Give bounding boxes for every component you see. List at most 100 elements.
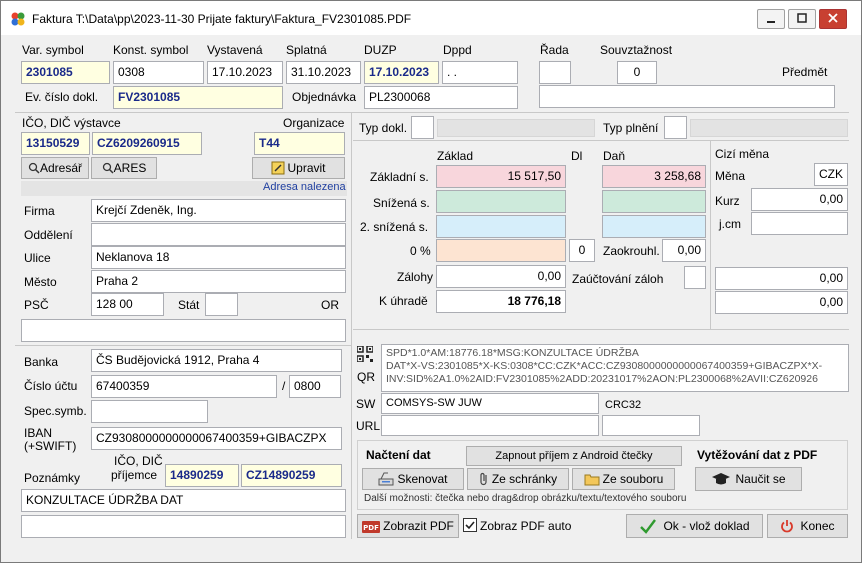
graduation-cap-icon — [711, 471, 731, 487]
banka-field[interactable]: ČS Budějovická 1912, Praha 4 — [91, 349, 342, 372]
typ-plneni-field[interactable] — [664, 116, 687, 139]
typ-dokl-label: Typ dokl. — [359, 121, 408, 135]
var-symbol-label: Var. symbol — [22, 43, 84, 57]
nula-zaklad-field[interactable] — [436, 239, 566, 262]
ico-prijemce-field[interactable]: 14890259 — [165, 464, 239, 487]
zobraz-auto-checkbox[interactable] — [463, 518, 477, 532]
or-field[interactable] — [21, 319, 346, 342]
organizace-field[interactable]: T44 — [254, 132, 345, 155]
jcm-field[interactable] — [751, 212, 848, 235]
var-symbol-field[interactable]: 2301085 — [21, 61, 110, 84]
ico-field[interactable]: 13150529 — [21, 132, 90, 155]
ulice-field[interactable]: Neklanova 18 — [91, 246, 346, 269]
dppd-field[interactable]: . . — [442, 61, 518, 84]
url-label: URL — [356, 419, 381, 433]
ulice-label: Ulice — [24, 251, 51, 265]
dic-prijemce-field[interactable]: CZ14890259 — [241, 464, 342, 487]
snizena-dan-field[interactable] — [602, 190, 706, 213]
typ-dokl-field[interactable] — [411, 116, 434, 139]
scanner-icon — [378, 472, 394, 486]
ico-dic-label: IČO, DIČ výstavce — [22, 116, 121, 130]
iban-field[interactable]: CZ9308000000000067400359+GIBACZPX — [91, 427, 342, 450]
zalohy-field[interactable]: 0,00 — [436, 265, 566, 288]
banka-label: Banka — [24, 355, 59, 369]
poznamky-field-2[interactable] — [21, 515, 346, 538]
k-uhrade-field[interactable]: 18 776,18 — [436, 290, 566, 313]
ze-schranky-button[interactable]: Ze schránky — [467, 468, 569, 490]
ev-cislo-field[interactable]: FV2301085 — [113, 86, 283, 109]
kod-banky-field[interactable]: 0800 — [289, 375, 341, 398]
oddeleni-field[interactable] — [91, 223, 346, 246]
qr-text-area[interactable]: SPD*1.0*AM:18776.18*MSG:KONZULTACE ÚDRŽB… — [381, 344, 849, 392]
zakladni-zaklad-field[interactable]: 15 517,50 — [436, 165, 566, 188]
url-field[interactable] — [381, 415, 599, 436]
objednavka-label: Objednávka — [292, 90, 357, 104]
qr-separator — [353, 329, 849, 330]
cislo-uctu-field[interactable]: 67400359 — [91, 375, 277, 398]
zaokrouhl-label: Zaokrouhl. — [603, 244, 660, 258]
objednavka-field[interactable]: PL2300068 — [364, 86, 518, 109]
search-icon — [102, 162, 114, 174]
rada-field[interactable] — [539, 61, 571, 84]
konst-symbol-field[interactable]: 0308 — [113, 61, 204, 84]
spec-symb-field[interactable] — [91, 400, 208, 423]
predmet-label: Předmět — [782, 65, 828, 79]
maximize-button[interactable] — [788, 9, 816, 29]
ok-vloz-doklad-button[interactable]: Ok - vlož doklad — [626, 514, 763, 538]
upravit-button[interactable]: Upravit — [252, 157, 345, 179]
zalohy-label: Zálohy — [397, 270, 434, 284]
zaokrouhl-field[interactable]: 0,00 — [662, 239, 706, 262]
close-button[interactable] — [819, 9, 847, 29]
konec-button[interactable]: Konec — [767, 514, 848, 538]
column-separator — [351, 113, 352, 539]
zalohy-cm-field[interactable]: 0,00 — [715, 267, 848, 290]
firma-field[interactable]: Krejčí Zdeněk, Ing. — [91, 199, 346, 222]
psc-label: PSČ — [24, 298, 49, 312]
snizena-zaklad-field[interactable] — [436, 190, 566, 213]
upravit-label: Upravit — [287, 161, 326, 175]
rada-label: Řada — [540, 43, 569, 57]
poznamky-field[interactable]: KONZULTACE ÚDRŽBA DAT — [21, 489, 346, 512]
duzp-field[interactable]: 17.10.2023 — [364, 61, 439, 84]
adresar-button[interactable]: Adresář — [21, 157, 89, 179]
nula-dl-field[interactable]: 0 — [569, 239, 595, 262]
qr-line-1: SPD*1.0*AM:18776.18*MSG:KONZULTACE ÚDRŽB… — [386, 347, 639, 359]
crc-label: CRC32 — [605, 399, 642, 411]
edit-address-icon — [271, 161, 285, 175]
kurz-field[interactable]: 0,00 — [751, 188, 848, 211]
ze-souboru-label: Ze souboru — [602, 472, 664, 486]
stat-field[interactable] — [205, 293, 238, 316]
mena-field[interactable]: CZK — [814, 163, 848, 186]
predmet-field[interactable] — [539, 85, 835, 108]
duzp-label: DUZP — [364, 43, 397, 57]
zobrazit-pdf-label: Zobrazit PDF — [383, 519, 454, 533]
zauctovani-field[interactable] — [684, 266, 706, 289]
poznamky-label: Poznámky — [24, 471, 81, 485]
snizena2-zaklad-field[interactable] — [436, 215, 566, 238]
dic-field[interactable]: CZ6209260915 — [92, 132, 202, 155]
minimize-button[interactable] — [757, 9, 785, 29]
zobrazit-pdf-button[interactable]: PDF Zobrazit PDF — [357, 514, 459, 538]
url-field-2[interactable] — [602, 415, 700, 436]
k-uhrade-cm-field[interactable]: 0,00 — [715, 291, 848, 314]
zakladni-dan-field[interactable]: 3 258,68 — [602, 165, 706, 188]
psc-field[interactable]: 128 00 — [91, 293, 164, 316]
snizena-label: Snížená s. — [373, 196, 430, 210]
firma-label: Firma — [24, 204, 55, 218]
dan-header: Daň — [603, 149, 626, 163]
souvztaznost-field[interactable]: 0 — [617, 61, 657, 84]
typ-plneni-description — [690, 119, 848, 137]
skenovat-button[interactable]: Skenovat — [362, 468, 464, 490]
snizena2-dan-field[interactable] — [602, 215, 706, 238]
vytezovani-label: Vytěžování dat z PDF — [697, 448, 818, 462]
naucit-se-button[interactable]: Naučit se — [695, 467, 802, 491]
pdf-icon: PDF — [362, 521, 381, 533]
vystavena-field[interactable]: 17.10.2023 — [207, 61, 283, 84]
android-receive-button[interactable]: Zapnout příjem z Android čtečky — [466, 446, 682, 466]
ares-button[interactable]: ARES — [91, 157, 157, 179]
maximize-icon — [797, 13, 807, 23]
ze-souboru-button[interactable]: Ze souboru — [572, 468, 675, 490]
mesto-field[interactable]: Praha 2 — [91, 270, 346, 293]
sw-field[interactable]: COMSYS-SW JUW — [381, 393, 599, 414]
splatna-field[interactable]: 31.10.2023 — [286, 61, 361, 84]
